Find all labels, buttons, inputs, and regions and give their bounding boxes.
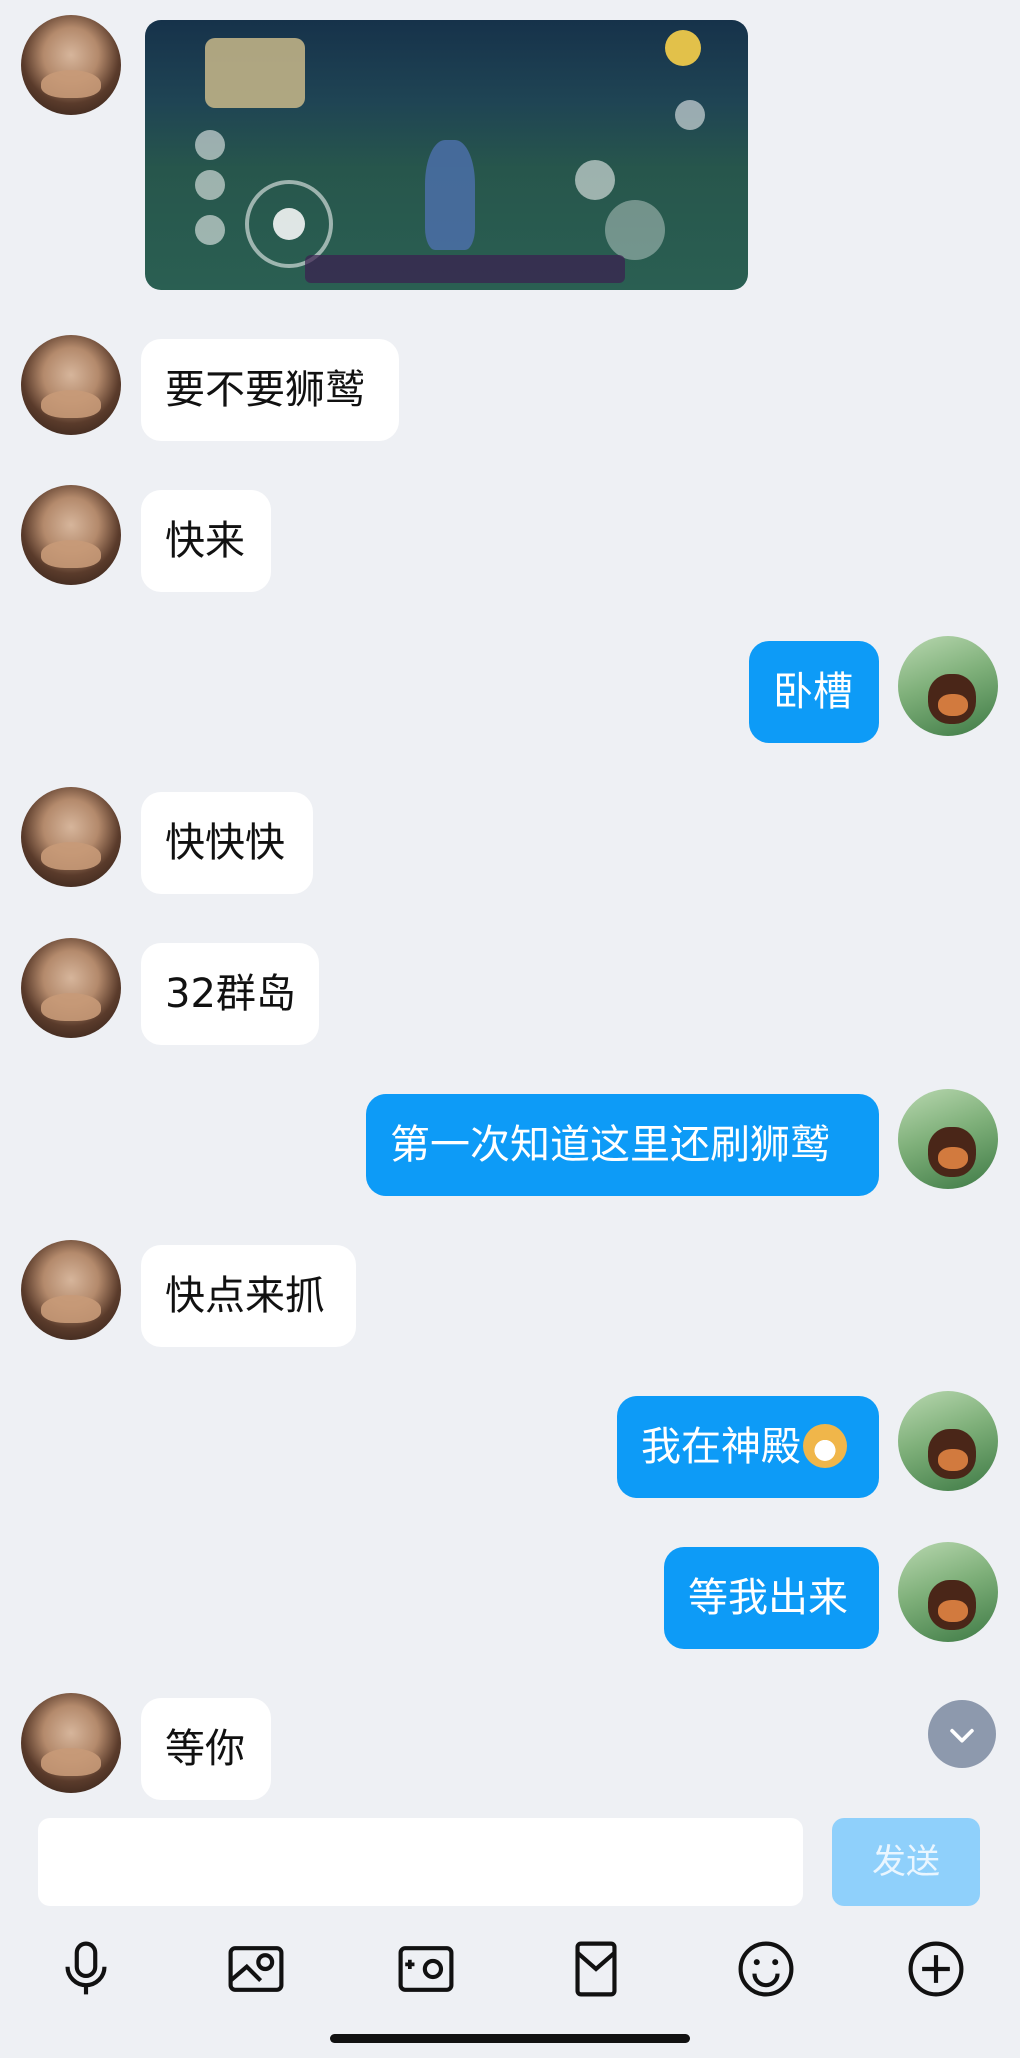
scroll-to-bottom-button[interactable] xyxy=(928,1700,996,1768)
microphone-icon xyxy=(65,1941,107,1995)
message-bubble-outgoing[interactable]: 第一次知道这里还刷狮鹫 xyxy=(366,1094,879,1196)
game-screenshot-image[interactable] xyxy=(145,20,748,290)
smiley-icon xyxy=(738,1941,794,1997)
message-bubble-incoming[interactable]: 快快快 xyxy=(141,792,313,894)
game-ui-button xyxy=(195,170,225,200)
message-bubble-incoming[interactable]: 等你 xyxy=(141,1698,271,1800)
my-avatar[interactable] xyxy=(898,1542,998,1642)
message-bubble-incoming[interactable]: 快来 xyxy=(141,490,271,592)
skill-bar-graphic xyxy=(305,255,625,283)
attack-button-graphic xyxy=(605,200,665,260)
red-packet-icon xyxy=(575,1941,617,1997)
message-bubble-incoming[interactable]: 要不要狮鹫 xyxy=(141,339,399,441)
send-button[interactable]: 发送 xyxy=(832,1818,980,1906)
contact-avatar[interactable] xyxy=(21,1240,121,1340)
message-input[interactable] xyxy=(38,1818,803,1906)
message-bubble-outgoing[interactable]: 等我出来 xyxy=(664,1547,879,1649)
emoji-button[interactable] xyxy=(734,1937,798,2001)
minimap-thumbnail xyxy=(205,38,305,108)
contact-avatar[interactable] xyxy=(21,15,121,115)
message-bubble-incoming[interactable]: 32群岛 xyxy=(141,943,319,1045)
game-character xyxy=(425,140,475,250)
game-ui-button xyxy=(575,160,615,200)
message-text: 我在神殿 xyxy=(641,1424,801,1470)
camera-icon xyxy=(398,1946,454,1992)
game-ui-button xyxy=(195,130,225,160)
plus-icon xyxy=(908,1941,964,1997)
my-avatar[interactable] xyxy=(898,1089,998,1189)
my-avatar[interactable] xyxy=(898,636,998,736)
contact-avatar[interactable] xyxy=(21,1693,121,1793)
game-ui-button xyxy=(675,100,705,130)
chevron-down-icon xyxy=(950,1728,974,1743)
contact-avatar[interactable] xyxy=(21,335,121,435)
contact-avatar[interactable] xyxy=(21,485,121,585)
bear-face-emoji-icon xyxy=(803,1424,847,1468)
image-icon xyxy=(228,1946,284,1992)
red-packet-button[interactable] xyxy=(564,1937,628,2001)
home-indicator[interactable] xyxy=(330,2034,690,2043)
contact-avatar[interactable] xyxy=(21,938,121,1038)
message-bubble-outgoing[interactable]: 我在神殿 xyxy=(617,1396,879,1498)
contact-avatar[interactable] xyxy=(21,787,121,887)
photo-button[interactable] xyxy=(224,1937,288,2001)
voice-button[interactable] xyxy=(54,1937,118,2001)
composer-bar: 发送 xyxy=(0,1805,1020,1917)
message-bubble-incoming[interactable]: 快点来抓 xyxy=(141,1245,356,1347)
game-ui-button xyxy=(665,30,701,66)
game-ui-button xyxy=(195,215,225,245)
my-avatar[interactable] xyxy=(898,1391,998,1491)
more-button[interactable] xyxy=(904,1937,968,2001)
camera-button[interactable] xyxy=(394,1937,458,2001)
message-bubble-outgoing[interactable]: 卧槽 xyxy=(749,641,879,743)
